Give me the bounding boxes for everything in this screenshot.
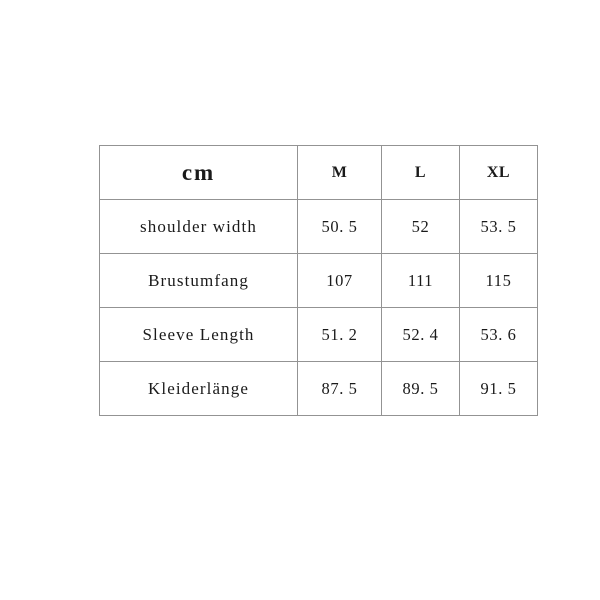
measurement-label: shoulder width — [99, 199, 298, 254]
measurement-value-l: 52 — [381, 199, 460, 254]
size-header-cell-m: M — [297, 145, 382, 200]
measurement-label: Brustumfang — [99, 253, 298, 308]
measurement-value-l: 52. 4 — [381, 307, 460, 362]
unit-header-cell: cm — [99, 145, 298, 200]
table-row: Brustumfang 107 111 115 — [99, 253, 538, 308]
measurement-value-xl: 91. 5 — [459, 361, 538, 416]
size-header-cell-xl: XL — [459, 145, 538, 200]
measurement-value-xl: 115 — [459, 253, 538, 308]
measurement-value-m: 107 — [297, 253, 382, 308]
measurement-label: Sleeve Length — [99, 307, 298, 362]
table-row: Sleeve Length 51. 2 52. 4 53. 6 — [99, 307, 538, 362]
measurement-value-xl: 53. 5 — [459, 199, 538, 254]
measurement-value-xl: 53. 6 — [459, 307, 538, 362]
table-row: Kleiderlänge 87. 5 89. 5 91. 5 — [99, 361, 538, 416]
measurement-value-l: 111 — [381, 253, 460, 308]
measurement-value-m: 51. 2 — [297, 307, 382, 362]
measurement-value-m: 87. 5 — [297, 361, 382, 416]
measurement-value-l: 89. 5 — [381, 361, 460, 416]
measurement-value-m: 50. 5 — [297, 199, 382, 254]
size-chart-table: cm M L XL shoulder width 50. 5 52 53. 5 … — [99, 145, 538, 416]
table-row: shoulder width 50. 5 52 53. 5 — [99, 199, 538, 254]
measurement-label: Kleiderlänge — [99, 361, 298, 416]
size-header-cell-l: L — [381, 145, 460, 200]
size-chart-canvas: cm M L XL shoulder width 50. 5 52 53. 5 … — [0, 0, 600, 600]
table-header-row: cm M L XL — [99, 145, 538, 200]
